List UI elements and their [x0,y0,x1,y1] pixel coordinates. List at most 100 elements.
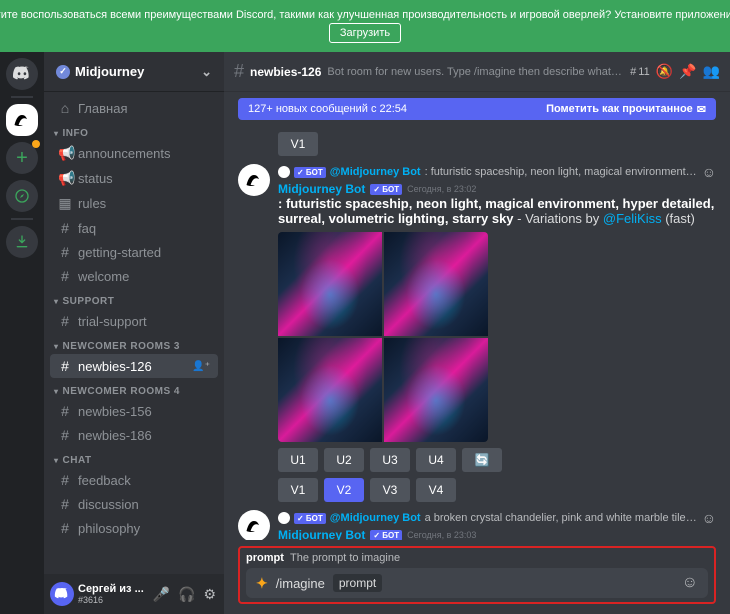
generated-image-2[interactable] [384,232,488,336]
channel-newbies-156[interactable]: #newbies-156 [50,399,218,423]
v4-button[interactable]: V4 [416,478,456,502]
emoji-picker-icon[interactable]: ☺ [682,574,698,592]
channel-announcements[interactable]: 📢announcements [50,141,218,166]
u4-button[interactable]: U4 [416,448,456,472]
add-server-icon[interactable]: + [6,142,38,174]
highlighted-input: prompt The prompt to imagine ✦ /imagine … [238,546,716,604]
bot-badge: ✓ БОТ [294,167,326,178]
timestamp: Сегодня, в 23:02 [407,184,476,194]
megaphone-icon: 📢 [58,170,72,187]
prompt-argument[interactable]: prompt [333,574,382,592]
image-grid[interactable] [278,232,488,442]
author-name[interactable]: Midjourney Bot [278,182,365,196]
channel-welcome[interactable]: #welcome [50,264,218,288]
user-panel: Сергей из ... #3616 🎤 🎧 ⚙ [44,574,224,614]
hash-icon: # [58,268,72,284]
v3-button[interactable]: V3 [370,478,410,502]
mark-read-button[interactable]: Пометить как прочитанное ✉ [546,103,706,116]
u2-button[interactable]: U2 [324,448,364,472]
v1-button[interactable]: V1 [278,132,318,156]
generated-image-3[interactable] [278,338,382,442]
explore-icon[interactable] [6,180,38,212]
category-support[interactable]: ▾SUPPORT [54,296,218,307]
hash-icon: # [58,244,72,260]
mute-icon[interactable]: 🎤 [151,584,172,605]
channel-trial-support[interactable]: #trial-support [50,309,218,333]
channel-topic: Bot room for new users. Type /imagine th… [327,66,624,78]
notifications-icon[interactable]: 🔕 [656,63,673,80]
hash-icon: # [58,313,72,329]
chevron-down-icon: ▾ [54,456,59,465]
author-name[interactable]: Midjourney Bot [278,528,365,540]
channel-newbies-186[interactable]: #newbies-186 [50,423,218,447]
home-icon: ⌂ [58,100,72,116]
channel-newbies-126[interactable]: #newbies-126👤⁺ [50,354,218,378]
channel-header: # newbies-126 Bot room for new users. Ty… [224,52,730,92]
v1-button[interactable]: V1 [278,478,318,502]
command-text: /imagine [276,576,325,591]
bot-badge: ✓ БОТ [370,530,402,541]
channel-faq[interactable]: #faq [50,216,218,240]
download-banner: Хотите воспользоваться всеми преимуществ… [0,0,730,52]
message-text: : futuristic spaceship, neon light, magi… [278,196,716,226]
hash-icon: # [58,358,72,374]
message-buttons-prev: V1 [238,126,716,156]
chevron-down-icon: ▾ [54,342,59,351]
chevron-down-icon: ⌄ [201,64,212,80]
channel-status[interactable]: 📢status [50,166,218,191]
hash-icon: # [58,496,72,512]
user-mention[interactable]: @FeliKiss [603,211,662,226]
hash-icon: # [58,427,72,443]
category-newcomer-4[interactable]: ▾NEWCOMER ROOMS 4 [54,386,218,397]
v2-button[interactable]: V2 [324,478,364,502]
deafen-icon[interactable]: 🎧 [176,584,197,605]
download-apps-icon[interactable] [6,226,38,258]
members-icon[interactable]: 👥 [703,63,720,80]
chevron-down-icon: ▾ [54,387,59,396]
channel-home[interactable]: ⌂Главная [50,96,218,120]
notification-dot [32,140,40,148]
channel-discussion[interactable]: #discussion [50,492,218,516]
input-area: prompt The prompt to imagine ✦ /imagine … [224,540,730,614]
slash-icon: ✦ [256,575,268,592]
server-rail: + [0,52,44,614]
category-info[interactable]: ▾INFO [54,128,218,139]
threads-icon[interactable]: #11 [630,66,650,78]
bot-avatar[interactable] [238,164,270,196]
settings-icon[interactable]: ⚙ [201,584,218,605]
add-reaction-icon[interactable]: ☺ [702,510,716,526]
bot-badge: ✓ БОТ [294,513,326,524]
channel-feedback[interactable]: #feedback [50,468,218,492]
channel-rules[interactable]: ▦rules [50,191,218,216]
chevron-down-icon: ▾ [54,297,59,306]
u3-button[interactable]: U3 [370,448,410,472]
new-messages-bar[interactable]: 127+ новых сообщений с 22:54 Пометить ка… [238,98,716,120]
pinned-icon[interactable]: 📌 [679,63,696,80]
download-button[interactable]: Загрузить [329,23,401,43]
category-chat[interactable]: ▾CHAT [54,455,218,466]
bot-avatar[interactable] [238,510,270,540]
channel-name: newbies-126 [250,65,321,79]
reply-avatar [278,512,290,524]
category-newcomer-3[interactable]: ▾NEWCOMER ROOMS 3 [54,341,218,352]
reply-author: @Midjourney Bot [330,512,421,524]
midjourney-server-icon[interactable] [6,104,38,136]
generated-image-4[interactable] [384,338,488,442]
reply-reference[interactable]: ✓ БОТ @Midjourney Bot : futuristic space… [278,164,716,180]
avatar[interactable] [50,582,74,606]
channel-philosophy[interactable]: #philosophy [50,516,218,540]
u1-button[interactable]: U1 [278,448,318,472]
add-reaction-icon[interactable]: ☺ [702,164,716,180]
reroll-button[interactable]: 🔄 [462,448,502,472]
create-invite-icon[interactable]: 👤⁺ [192,361,210,372]
hash-icon: # [234,61,244,82]
banner-text: Хотите воспользоваться всеми преимуществ… [0,9,730,21]
message-input[interactable]: ✦ /imagine prompt ☺ [246,568,708,598]
server-header[interactable]: ✓ Midjourney ⌄ [44,52,224,92]
reply-reference[interactable]: ✓ БОТ @Midjourney Bot a broken crystal c… [278,510,716,526]
generated-image-1[interactable] [278,232,382,336]
server-name: Midjourney [75,64,144,79]
rules-icon: ▦ [58,195,72,212]
discord-home-icon[interactable] [6,58,38,90]
channel-getting-started[interactable]: #getting-started [50,240,218,264]
